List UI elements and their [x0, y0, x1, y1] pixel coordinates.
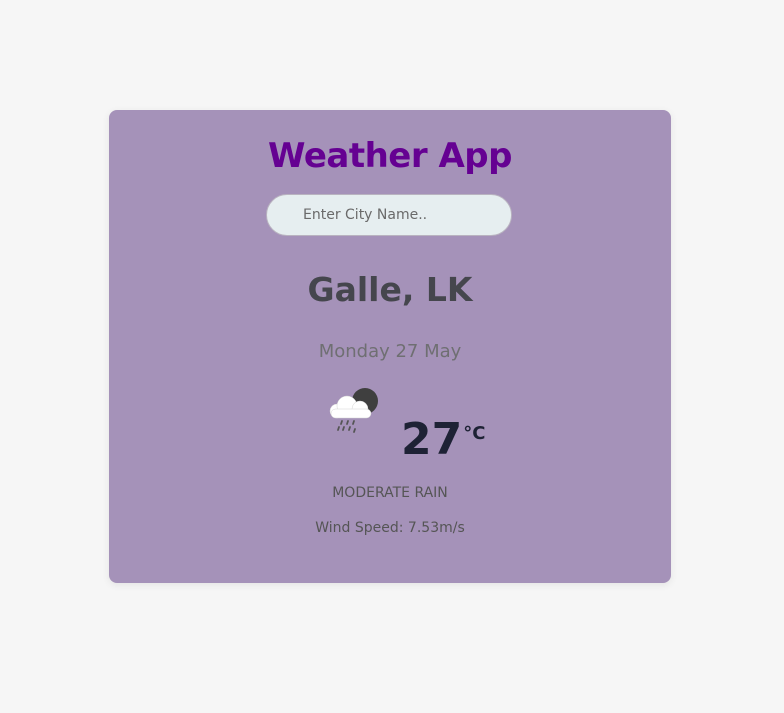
app-title: Weather App — [268, 136, 512, 176]
current-date: Monday 27 May — [318, 341, 462, 362]
temperature-display: 27°C — [401, 415, 485, 465]
city-search-input[interactable] — [266, 194, 512, 236]
weather-card: Weather App Galle, LK Monday 27 May 27°C… — [109, 110, 671, 583]
weather-description: MODERATE RAIN — [332, 485, 448, 501]
rain-cloud-icon — [329, 388, 378, 433]
temperature-unit: °C — [463, 423, 486, 444]
temperature-value: 27 — [401, 414, 463, 465]
city-name: Galle, LK — [307, 270, 473, 309]
wind-speed: Wind Speed: 7.53m/s — [315, 520, 465, 536]
